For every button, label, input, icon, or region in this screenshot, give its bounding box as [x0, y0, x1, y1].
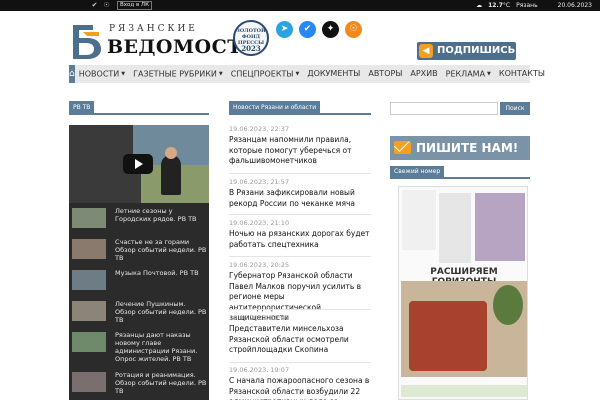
search-button[interactable]: Поиск	[500, 102, 530, 115]
news-date: 19.06.2023, 19:42	[229, 314, 290, 322]
telegram-icon[interactable]: ➤	[276, 21, 293, 38]
subscribe-button[interactable]: ◀ ПОДПИШИСЬ!	[417, 42, 520, 60]
login-link[interactable]: Вход в ЛК	[117, 1, 152, 10]
video-column: Летние сезоны у Городских рядов. РВ ТВ С…	[69, 125, 209, 400]
news-date: 19.06.2023, 20:25	[229, 261, 290, 269]
list-item[interactable]: 19.06.2023, 21:57 В Рязани зафиксировали…	[229, 178, 371, 209]
divider	[229, 362, 371, 363]
news-title[interactable]: Ночью на рязанских дорогах будет работат…	[229, 229, 371, 250]
divider	[229, 256, 371, 257]
cover-image	[401, 281, 527, 377]
news-title[interactable]: В Рязани зафиксировали новый рекорд Росс…	[229, 188, 371, 209]
list-item[interactable]: Музыка Почтовой. РВ ТВ	[69, 267, 209, 297]
main-nav: ⌂ НОВОСТИ ▼ ГАЗЕТНЫЕ РУБРИКИ ▼ СПЕЦПРОЕКТЫ…	[69, 65, 545, 83]
nav-item-news[interactable]: НОВОСТИ ▼	[75, 65, 129, 83]
chevron-down-icon: ▼	[295, 71, 300, 77]
divider	[229, 214, 371, 215]
temperature: 12.7°C	[488, 2, 511, 9]
divider	[229, 113, 371, 115]
nav-item-special[interactable]: СПЕЦПРОЕКТЫ ▼	[227, 65, 304, 83]
golden-fund-seal: ЗОЛОТОЙ ФОНД ПРЕССЫ 2023	[233, 20, 269, 56]
site-logo[interactable]: РЯЗАНСКИЕ ВЕДОМОСТИ	[69, 22, 260, 62]
nav-item-authors[interactable]: АВТОРЫ	[364, 65, 406, 83]
video-thumbnail[interactable]	[72, 332, 106, 352]
ok-icon[interactable]: ☉	[102, 1, 111, 10]
top-bar: ✔ ☉ Вход в ЛК ☁ 12.7°C Рязань 20.06.2023	[0, 0, 600, 11]
news-title[interactable]: Представители минсельхоза Рязанской обла…	[229, 324, 371, 356]
cover-footer	[401, 385, 527, 397]
news-date: 19.06.2023, 19:07	[229, 366, 290, 374]
chevron-down-icon: ▼	[121, 71, 126, 77]
video-thumbnail[interactable]	[72, 301, 106, 321]
news-date: 19.06.2023, 21:57	[229, 178, 290, 186]
cover-photo	[475, 193, 525, 261]
nav-item-ads[interactable]: РЕКЛАМА ▼	[442, 65, 495, 83]
envelope-icon	[394, 141, 411, 154]
video-thumbnail[interactable]	[72, 208, 106, 228]
news-date: 19.06.2023, 21:10	[229, 219, 290, 227]
speaker-icon: ◀	[419, 44, 433, 58]
video-thumbnail[interactable]	[72, 239, 106, 259]
nav-item-archive[interactable]: АРХИВ	[406, 65, 441, 83]
weather-icon: ☁	[476, 2, 483, 9]
list-item[interactable]: 19.06.2023, 19:42 Представители минсельх…	[229, 314, 371, 356]
logo-subtitle: РЯЗАНСКИЕ	[109, 24, 198, 34]
logo-monogram-icon	[69, 22, 105, 60]
nav-item-documents[interactable]: ДОКУМЕНТЫ	[303, 65, 364, 83]
city: Рязань	[516, 2, 538, 9]
news-title[interactable]: Рязанцам напомнили правила, которые помо…	[229, 135, 371, 167]
video-player[interactable]	[69, 125, 209, 203]
news-date: 19.06.2023, 22:37	[229, 125, 290, 133]
list-item[interactable]: Рязанцы дают наказы новому главе админис…	[69, 329, 209, 363]
divider	[229, 309, 371, 310]
chevron-down-icon: ▼	[218, 71, 223, 77]
chevron-down-icon: ▼	[487, 71, 491, 77]
list-item[interactable]: 19.06.2023, 19:07 С начала пожароопасног…	[229, 366, 371, 400]
list-item[interactable]: Летние сезоны у Городских рядов. РВ ТВ	[69, 205, 209, 235]
divider	[229, 173, 371, 174]
nav-item-rubrics[interactable]: ГАЗЕТНЫЕ РУБРИКИ ▼	[129, 65, 227, 83]
vk-icon[interactable]: ✔	[90, 1, 99, 10]
list-item[interactable]: Лечение Пушкиным. Обзор событий недели. …	[69, 298, 209, 328]
weather-date: ☁ 12.7°C Рязань 20.06.2023	[476, 0, 592, 11]
newspaper-masthead	[402, 190, 436, 250]
video-thumbnail[interactable]	[72, 270, 106, 290]
news-title[interactable]: С начала пожароопасного сезона в Рязанск…	[229, 376, 371, 400]
write-us-banner[interactable]: ПИШИТЕ НАМ!	[390, 136, 530, 160]
ok-icon[interactable]: ☉	[345, 21, 362, 38]
divider	[69, 113, 209, 115]
newspaper-cover[interactable]: РАСШИРЯЕМ ГОРИЗОНТЫ	[398, 186, 528, 400]
video-thumbnail[interactable]	[72, 372, 106, 392]
search-input[interactable]	[390, 102, 498, 115]
vk-icon[interactable]: ✔	[299, 21, 316, 38]
list-item[interactable]: 19.06.2023, 22:37 Рязанцам напомнили пра…	[229, 125, 371, 167]
list-item[interactable]: 19.06.2023, 21:10 Ночью на рязанских дор…	[229, 219, 371, 250]
list-item[interactable]: Ротация и реанимация. Обзор событий неде…	[69, 369, 209, 399]
play-icon[interactable]	[123, 154, 153, 174]
zen-icon[interactable]: ✦	[322, 21, 339, 38]
current-date: 20.06.2023	[557, 2, 592, 9]
divider	[390, 177, 530, 179]
nav-item-contacts[interactable]: КОНТАКТЫ	[495, 65, 549, 83]
list-item[interactable]: Счастье не за горами Обзор событий недел…	[69, 236, 209, 266]
